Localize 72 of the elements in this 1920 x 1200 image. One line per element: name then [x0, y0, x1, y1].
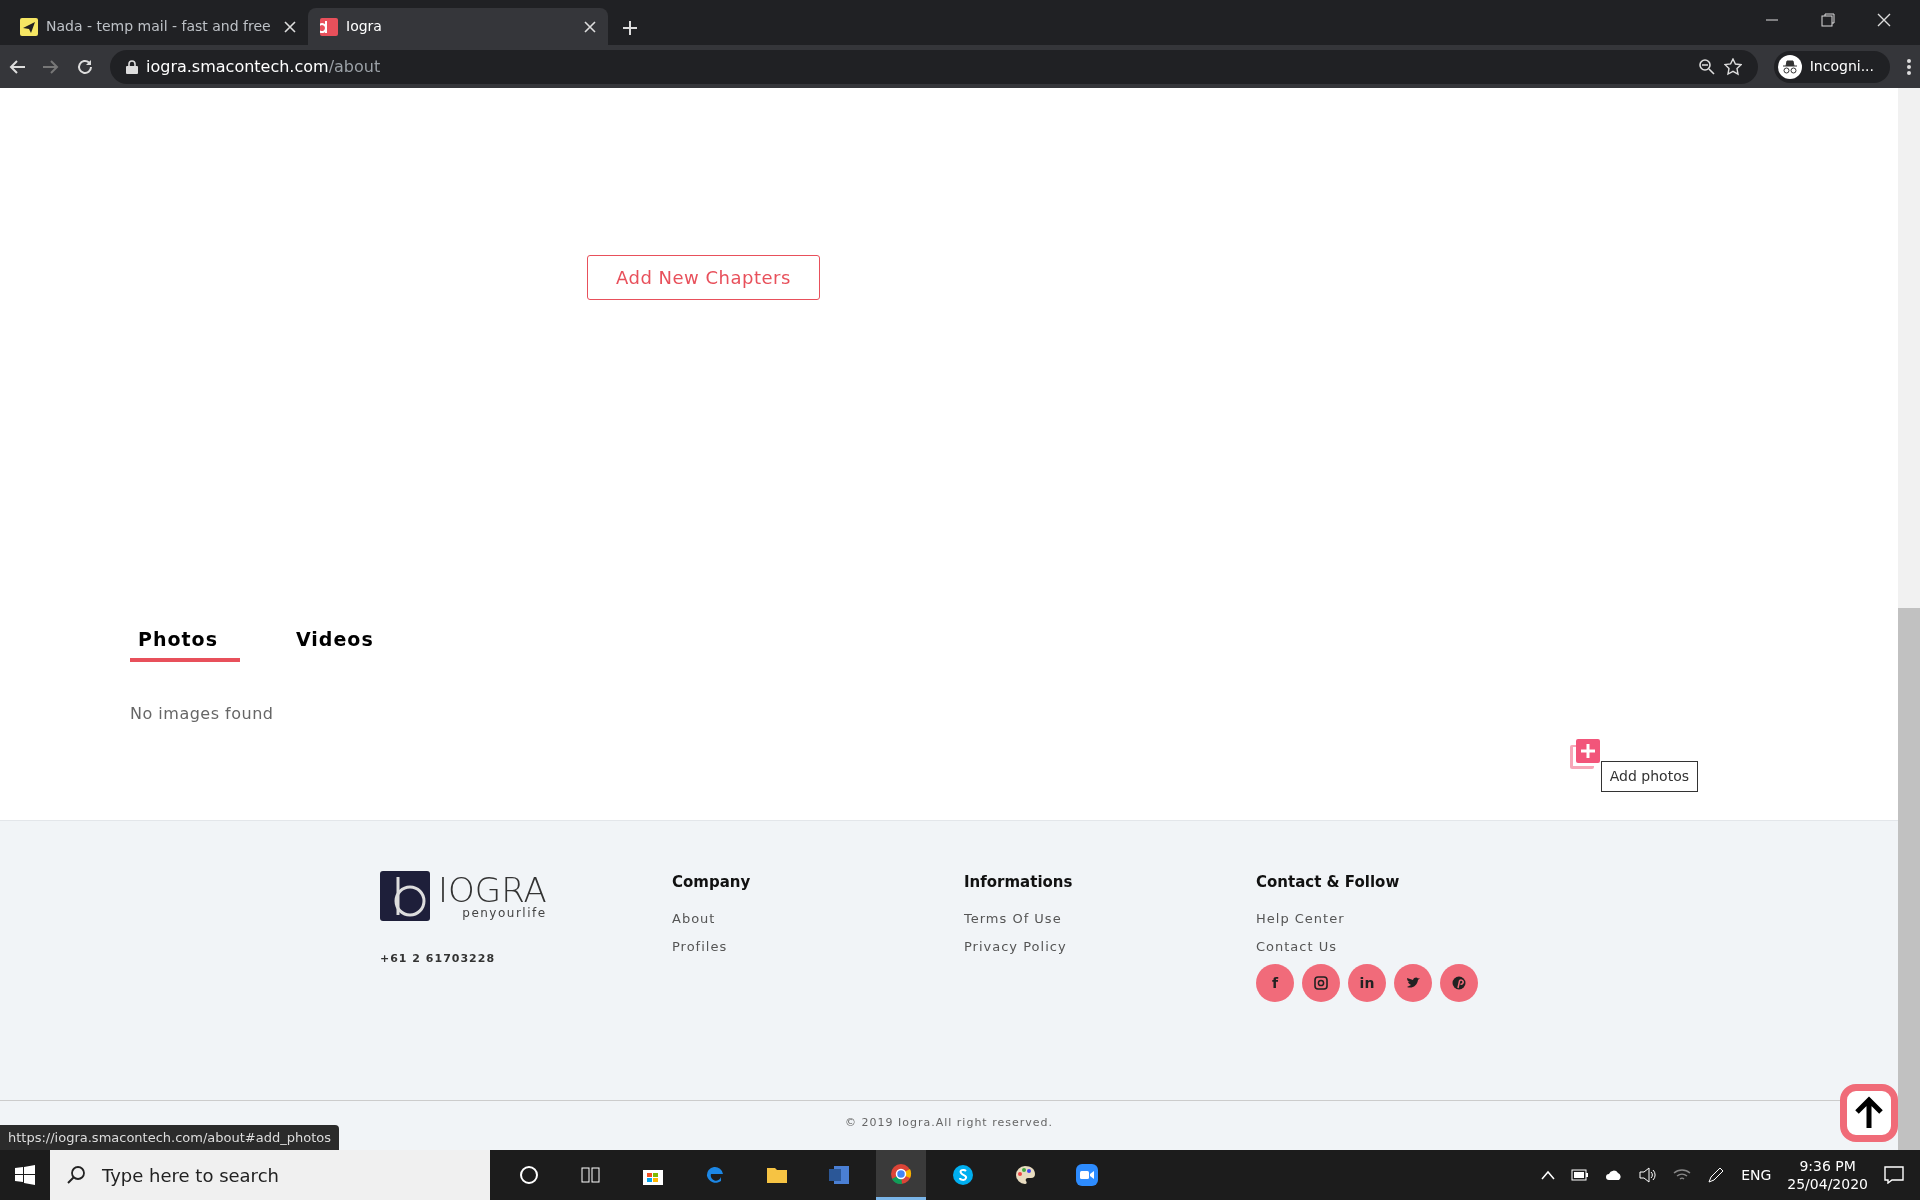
social-button[interactable]: [1302, 964, 1340, 1002]
chat-icon: [952, 1164, 974, 1186]
clock-date[interactable]: 25/04/2020: [1787, 1175, 1868, 1194]
taskbar-app[interactable]: [876, 1150, 926, 1200]
copyright-text: © 2019 Iogra.All right reserved.: [845, 1115, 1053, 1131]
back-icon[interactable]: [8, 57, 26, 76]
media-tab[interactable]: Photos: [130, 625, 240, 662]
footer-heading: Informations: [964, 871, 1073, 893]
language-indicator[interactable]: ENG: [1741, 1164, 1772, 1186]
logo-wordmark: IOGRA: [438, 872, 547, 907]
footer-link[interactable]: Help Center: [1256, 909, 1345, 929]
footer-link[interactable]: Privacy Policy: [964, 936, 1067, 956]
browser-tab[interactable]: Iogra: [308, 8, 608, 45]
task-view-icon: [580, 1164, 602, 1186]
browser-tab[interactable]: Nada - temp mail - fast and free: [8, 8, 308, 45]
footer-heading: Company: [672, 871, 751, 893]
close-icon[interactable]: [1876, 12, 1892, 28]
scrollbar-thumb[interactable]: [1898, 608, 1920, 1150]
reload-icon[interactable]: [76, 57, 94, 76]
windows-icon[interactable]: [15, 1165, 35, 1185]
pin-icon: [1452, 976, 1466, 990]
close-icon[interactable]: [584, 20, 596, 33]
pen-icon[interactable]: [1707, 1166, 1726, 1184]
battery-icon[interactable]: [1571, 1169, 1590, 1181]
close-icon[interactable]: [284, 20, 296, 33]
search-icon: [66, 1165, 86, 1185]
lock-icon: [126, 59, 138, 74]
phone-number: +61 2 61703228: [380, 950, 496, 967]
zoom-icon[interactable]: [1697, 57, 1716, 76]
media-tab[interactable]: Videos: [287, 625, 382, 662]
clock-time[interactable]: 9:36 PM: [1799, 1156, 1856, 1175]
cloud-icon[interactable]: [1605, 1169, 1624, 1181]
forward-icon[interactable]: [42, 57, 60, 76]
document-icon: [828, 1164, 850, 1186]
star-icon[interactable]: [1723, 57, 1742, 76]
address-field[interactable]: iogra.smacontech.com/about: [110, 49, 1758, 84]
new-tab-icon[interactable]: [622, 20, 638, 36]
social-button[interactable]: [1440, 964, 1478, 1002]
empty-message: No images found: [130, 703, 274, 723]
chevron-up-icon[interactable]: [1541, 1170, 1556, 1180]
palette-icon: [1014, 1164, 1036, 1186]
edge-icon: [704, 1164, 726, 1186]
restore-icon[interactable]: [1820, 12, 1836, 28]
footer-heading: Contact & Follow: [1256, 871, 1400, 893]
footer-link[interactable]: Terms Of Use: [964, 909, 1062, 929]
footer-link[interactable]: Profiles: [672, 936, 728, 956]
footer-link[interactable]: Contact Us: [1256, 936, 1337, 956]
footer-link[interactable]: About: [672, 909, 716, 929]
camera-icon: [1314, 976, 1328, 990]
arrow-up-icon: [1853, 1096, 1885, 1130]
bird-icon: [1406, 977, 1420, 989]
speaker-icon[interactable]: [1639, 1167, 1658, 1183]
back-to-top-button[interactable]: [1840, 1084, 1898, 1142]
browser-icon: [890, 1162, 912, 1185]
page-icon: [20, 17, 38, 36]
logo-tagline: penyourlife: [461, 906, 547, 919]
menu-icon[interactable]: [1906, 57, 1912, 76]
search-field[interactable]: Type here to search: [50, 1150, 490, 1200]
profile-button[interactable]: Incogni...: [1773, 50, 1890, 83]
add-photos-tooltip: Add photos: [1600, 760, 1698, 792]
cortana-icon: [518, 1164, 540, 1186]
status-url: https://iogra.smacontech.com/about#add_photos: [0, 1124, 339, 1150]
social-button[interactable]: f: [1256, 964, 1294, 1002]
social-button[interactable]: [1394, 964, 1432, 1002]
incognito-icon: [1777, 54, 1802, 79]
video-icon: [1076, 1164, 1098, 1186]
notification-icon[interactable]: [1884, 1166, 1904, 1184]
add-photo-icon[interactable]: [1568, 737, 1601, 770]
add-chapters-button[interactable]: Add New Chapters: [587, 255, 820, 300]
logo-icon: [380, 870, 430, 921]
social-button[interactable]: in: [1348, 964, 1386, 1002]
page-icon: [320, 17, 338, 36]
